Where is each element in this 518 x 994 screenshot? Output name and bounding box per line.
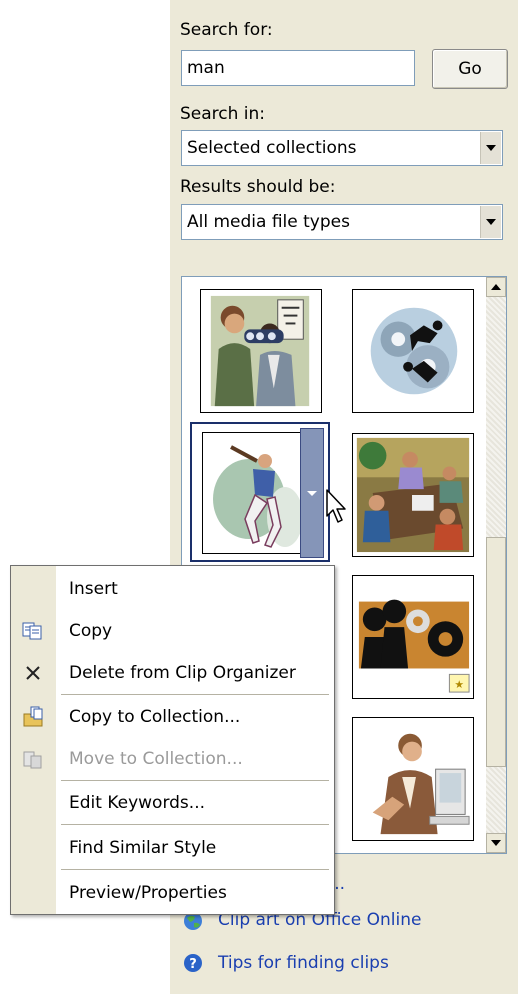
mouse-pointer-icon — [326, 489, 346, 523]
menu-item-edit-keywords[interactable]: Edit Keywords... — [11, 784, 334, 822]
copy-icon — [21, 620, 45, 642]
search-in-dropdown[interactable]: Selected collections — [181, 130, 503, 166]
results-should-be-label: Results should be: — [180, 177, 336, 197]
menu-item-label: Preview/Properties — [69, 883, 227, 903]
clip-image-gears — [370, 307, 458, 395]
chevron-down-icon — [491, 840, 501, 846]
menu-separator — [61, 869, 329, 870]
delete-x-icon — [21, 662, 45, 684]
clip-context-menu: Insert Copy Delete from Clip Organizer C… — [10, 565, 335, 915]
clip-thumbnail[interactable]: ★ — [352, 575, 474, 699]
search-in-label: Search in: — [180, 104, 266, 124]
clip-thumbnail[interactable] — [200, 289, 322, 413]
clip-thumbnail[interactable] — [352, 289, 474, 413]
clip-image-silhouettes-gears: ★ — [358, 599, 470, 693]
menu-separator — [61, 824, 329, 825]
scrollbar-thumb[interactable] — [486, 537, 506, 767]
menu-item-copy[interactable]: Copy — [11, 612, 334, 650]
chevron-down-icon[interactable] — [480, 132, 501, 164]
clip-image-doctor — [210, 295, 310, 407]
results-type-value: All media file types — [187, 212, 350, 232]
help-icon: ? — [184, 954, 202, 972]
menu-item-label: Find Similar Style — [69, 838, 217, 858]
go-button[interactable]: Go — [432, 49, 508, 89]
menu-item-delete[interactable]: Delete from Clip Organizer — [11, 654, 334, 692]
menu-separator — [61, 780, 329, 781]
copy-to-collection-icon — [21, 706, 45, 728]
menu-item-label: Edit Keywords... — [69, 793, 205, 813]
menu-item-label: Delete from Clip Organizer — [69, 663, 296, 683]
clip-menu-dropdown-button[interactable] — [300, 428, 324, 558]
menu-item-find-similar-style[interactable]: Find Similar Style — [11, 829, 334, 867]
chevron-down-icon — [307, 490, 317, 496]
clip-image-baseball-player — [213, 445, 303, 548]
move-to-collection-icon — [21, 748, 45, 770]
search-in-value: Selected collections — [187, 138, 357, 158]
menu-item-label: Copy to Collection... — [69, 707, 241, 727]
clip-image-meeting — [356, 437, 470, 553]
menu-item-insert[interactable]: Insert — [11, 570, 334, 608]
results-type-dropdown[interactable]: All media file types — [181, 204, 503, 240]
clip-thumbnail-selected[interactable] — [190, 422, 330, 562]
menu-item-label: Copy — [69, 621, 113, 641]
scroll-down-button[interactable] — [486, 833, 506, 853]
svg-text:★: ★ — [454, 678, 464, 691]
menu-item-move-to-collection: Move to Collection... — [11, 740, 334, 778]
menu-item-copy-to-collection[interactable]: Copy to Collection... — [11, 698, 334, 736]
tips-for-finding-clips-link[interactable]: Tips for finding clips — [218, 953, 389, 973]
menu-separator — [61, 694, 329, 695]
svg-text:?: ? — [189, 957, 197, 972]
search-input[interactable]: man — [181, 50, 415, 86]
chevron-up-icon — [491, 284, 501, 290]
menu-item-label: Insert — [69, 579, 118, 599]
clip-thumbnail[interactable] — [352, 433, 474, 557]
results-scrollbar[interactable] — [486, 277, 506, 853]
scroll-up-button[interactable] — [486, 277, 506, 297]
clip-image-man-computer — [372, 733, 470, 835]
clip-thumbnail[interactable] — [352, 717, 474, 841]
search-for-label: Search for: — [180, 20, 273, 40]
menu-item-preview-properties[interactable]: Preview/Properties — [11, 874, 334, 912]
menu-item-label: Move to Collection... — [69, 749, 243, 769]
chevron-down-icon[interactable] — [480, 206, 501, 238]
